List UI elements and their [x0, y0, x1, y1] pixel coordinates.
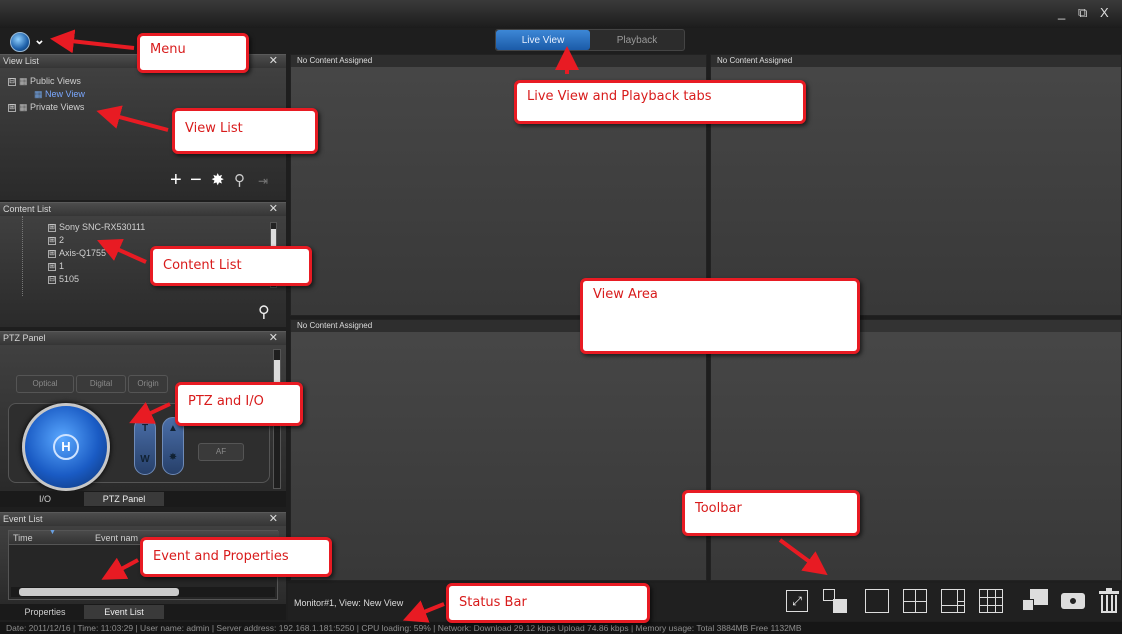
arrow-view-list: [96, 105, 169, 132]
arrow-ptz: [129, 402, 171, 424]
arrow-menu: [50, 29, 135, 54]
arrow-event: [101, 557, 139, 580]
annotation-arrows: [50, 29, 828, 623]
arrow-status-bar: [402, 600, 445, 623]
arrow-content-list: [97, 238, 147, 264]
arrow-toolbar: [778, 538, 828, 576]
